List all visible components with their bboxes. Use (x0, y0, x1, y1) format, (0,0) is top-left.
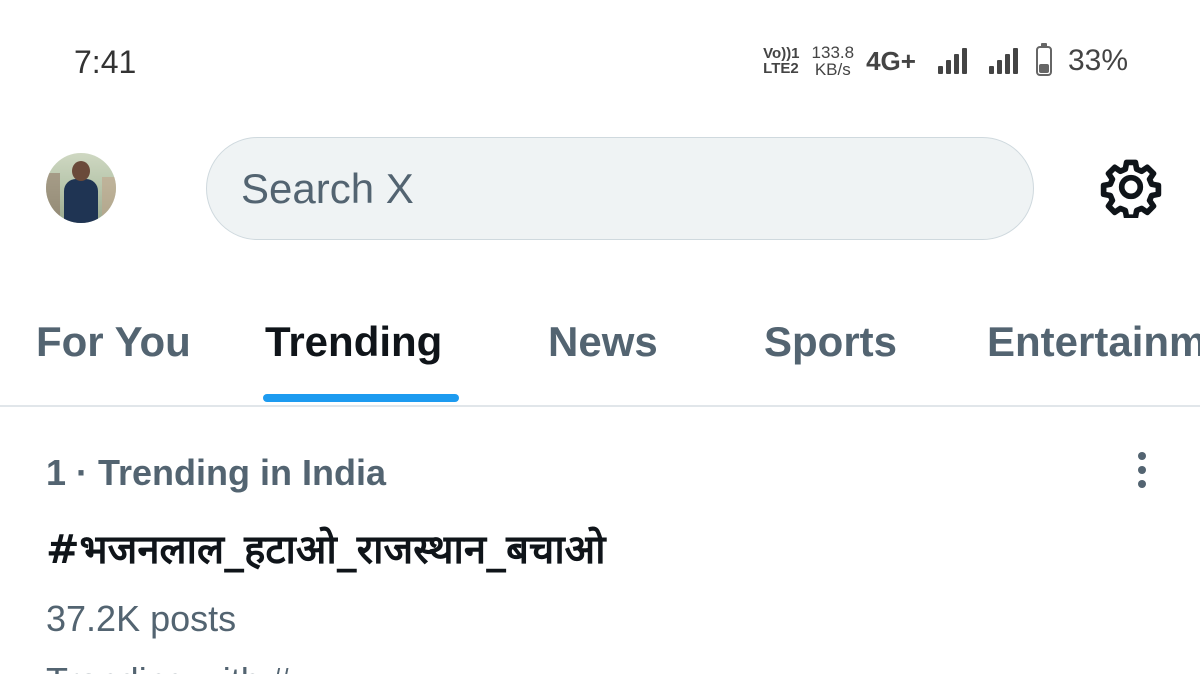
volte-top-label: Vo))1 (763, 45, 800, 62)
battery-fill (1038, 64, 1049, 73)
network-speed: 133.8 KB/s (812, 44, 855, 78)
battery-percent: 33% (1067, 44, 1128, 77)
speed-value: 133.8 (811, 43, 855, 62)
tab-trending[interactable]: Trending (265, 318, 442, 366)
volte-bottom-label: LTE2 (763, 60, 799, 77)
signal-icon-sim1 (937, 48, 967, 74)
speed-unit: KB/s (814, 60, 851, 79)
clock-time: 7:41 (74, 44, 137, 80)
signal-icon-sim2 (988, 48, 1018, 74)
gear-icon[interactable] (1100, 156, 1162, 221)
tabs-divider (0, 405, 1200, 407)
volte-indicator: Vo))1 LTE2 (763, 46, 799, 76)
tab-entertainment[interactable]: Entertainment (987, 318, 1200, 366)
search-input[interactable] (241, 138, 1001, 239)
trend-title[interactable]: #भजनलाल_हटाओ_राजस्थान_बचाओ (46, 520, 606, 575)
status-icons: Vo))1 LTE2 133.8 KB/s 4G+ 33% (763, 43, 1128, 78)
tab-news[interactable]: News (548, 318, 658, 366)
network-type-label: 4G+ (866, 45, 916, 76)
tab-for-you[interactable]: For You (36, 318, 191, 366)
network-type: 4G+ (866, 46, 916, 77)
tab-sports[interactable]: Sports (764, 318, 897, 366)
active-tab-indicator (263, 394, 459, 402)
avatar[interactable] (46, 153, 116, 223)
more-options-icon[interactable] (1124, 448, 1160, 492)
trend-context: 1 · Trending in India (46, 452, 387, 493)
search-bar[interactable] (206, 137, 1034, 240)
trend-item[interactable]: 1 · Trending in India #भजनलाल_हटाओ_राजस्… (0, 408, 1200, 674)
trend-post-count: 37.2K posts (46, 598, 237, 639)
explore-tabs: For You Trending News Sports Entertainme… (0, 300, 1200, 406)
trending-with-text: Trending with #... (46, 660, 321, 674)
status-bar: 7:41 Vo))1 LTE2 133.8 KB/s 4G+ 33% (0, 0, 1200, 120)
battery-icon (1035, 43, 1052, 76)
